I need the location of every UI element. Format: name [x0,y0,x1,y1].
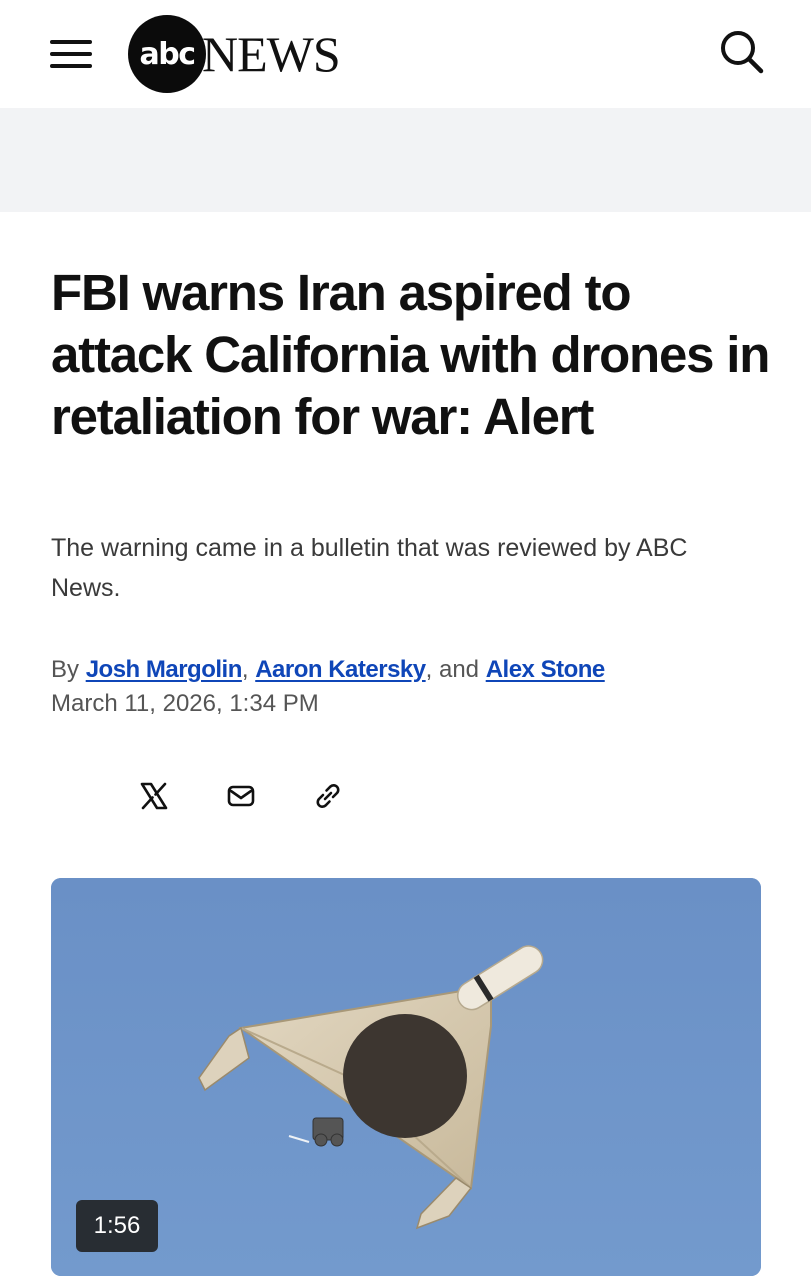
byline-separator-1: , [241,656,249,683]
abc-logo-mark: abc [128,15,206,93]
mail-icon[interactable] [221,776,261,816]
author-link-1[interactable]: Josh Margolin [86,656,243,683]
article-headline: FBI warns Iran aspired to attack Califor… [51,264,770,445]
abc-news-logo[interactable]: abc NEWS [128,14,341,94]
article-subheadline: The warning came in a bulletin that was … [51,534,688,602]
video-player[interactable]: 1:56 [51,878,761,1276]
news-logo-text: NEWS [202,26,341,82]
hamburger-menu-icon[interactable] [50,38,92,70]
video-duration-badge: 1:56 [76,1200,158,1252]
site-header: abc NEWS [0,0,811,108]
author-link-2[interactable]: Aaron Katersky [255,656,426,683]
byline-separator-2: , and [425,656,480,683]
author-link-3[interactable]: Alex Stone [486,656,606,683]
link-icon[interactable] [308,776,348,816]
x-icon[interactable] [134,776,174,816]
ad-placeholder-band [0,108,811,212]
search-icon[interactable] [718,28,766,76]
byline: By Josh Margolin, Aaron Katersky, and Al… [51,654,605,686]
publish-date: March 11, 2026, 1:34 PM [51,690,319,717]
byline-prefix: By [51,656,80,683]
